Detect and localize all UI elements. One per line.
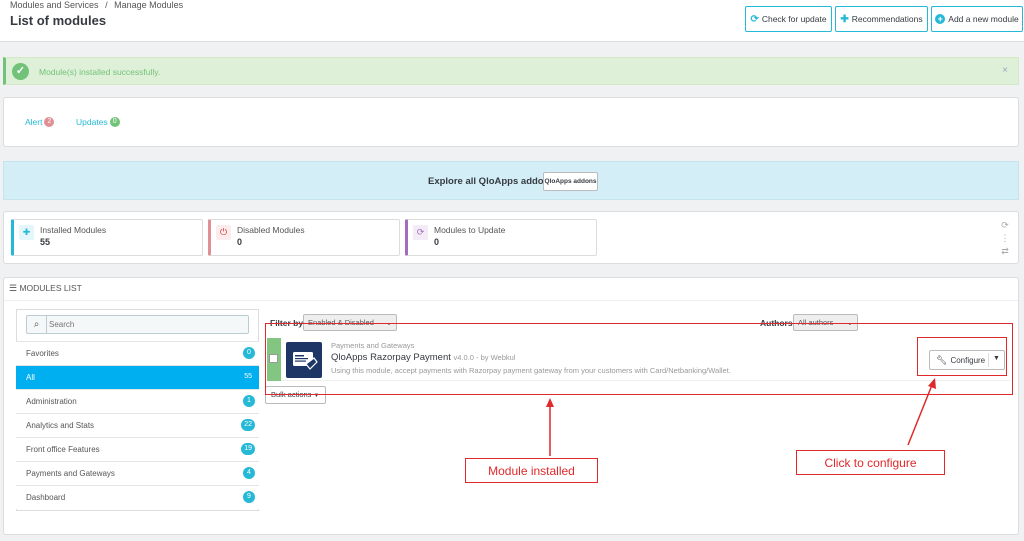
callout-module-installed: Module installed xyxy=(465,458,598,483)
arrowhead-configure xyxy=(928,378,936,389)
arrowhead-module xyxy=(546,398,554,407)
arrow-to-configure xyxy=(907,384,933,446)
callout-click-to-configure: Click to configure xyxy=(796,450,945,475)
